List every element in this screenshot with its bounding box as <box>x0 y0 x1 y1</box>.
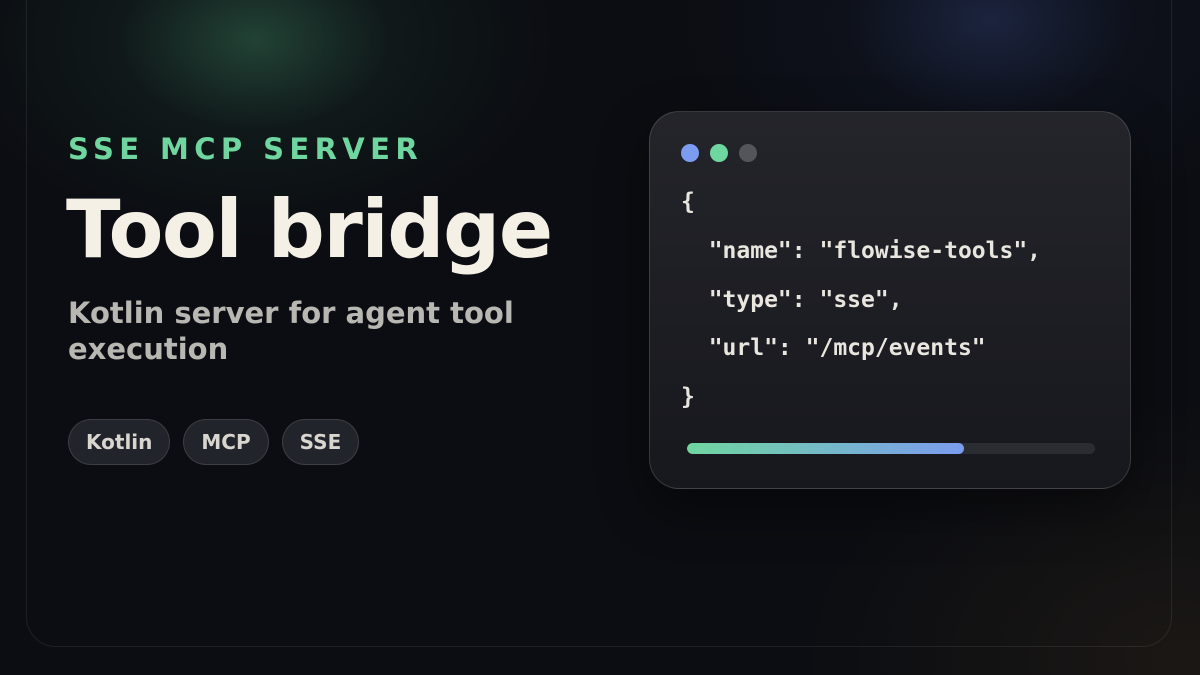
code-line: "name": "flowise-tools", <box>681 238 1042 264</box>
tag-mcp: MCP <box>183 419 269 465</box>
code-line: "type": "sse", <box>681 287 903 313</box>
code-line: "url": "/mcp/events" <box>681 335 986 361</box>
window-dot-green-icon <box>710 144 728 162</box>
tag-kotlin: Kotlin <box>68 419 171 465</box>
eyebrow-label: SSE MCP SERVER <box>68 132 424 166</box>
progress-bar <box>687 443 1095 454</box>
tag-list: Kotlin MCP SSE <box>68 419 360 465</box>
code-card: { "name": "flowise-tools", "type": "sse"… <box>649 111 1131 489</box>
code-line: { <box>681 189 695 215</box>
code-line: } <box>681 384 695 410</box>
page-subtitle: Kotlin server for agent tool execution <box>68 296 514 366</box>
progress-fill <box>687 443 965 454</box>
tag-sse: SSE <box>281 419 360 465</box>
window-dot-blue-icon <box>681 144 699 162</box>
page-title: Tool bridge <box>66 183 553 276</box>
hero-page: SSE MCP SERVER Tool bridge Kotlin server… <box>0 0 1200 675</box>
window-dot-grey-icon <box>739 144 757 162</box>
